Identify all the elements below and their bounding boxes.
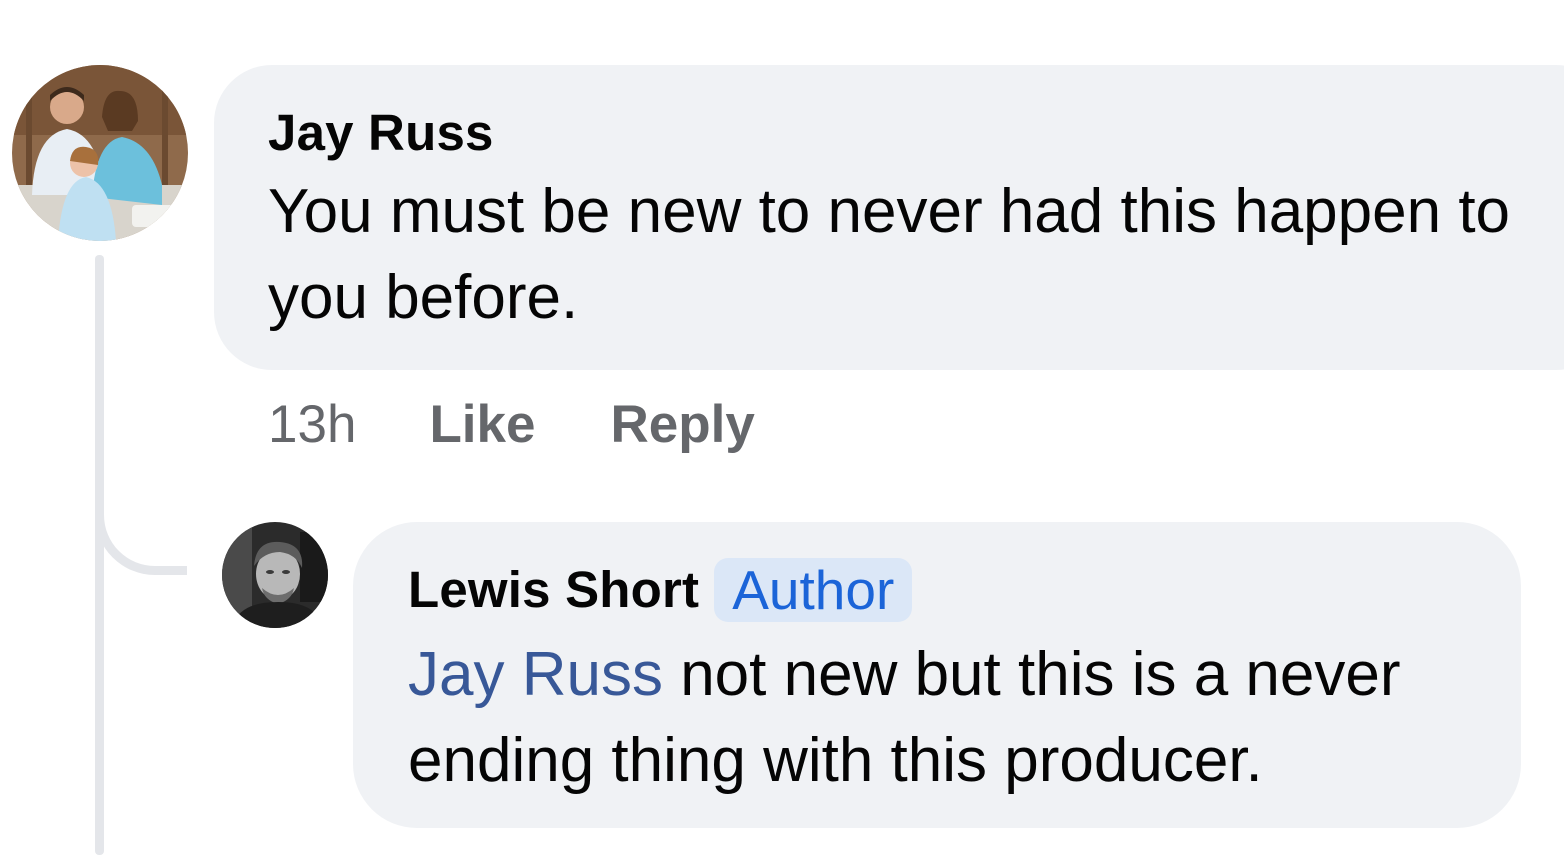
family-photo-icon xyxy=(12,65,188,241)
comment-meta-row: 13h Like Reply xyxy=(268,394,755,455)
reply-header: Lewis Short Author xyxy=(408,558,1521,622)
comment-bubble: Jay Russ You must be new to never had th… xyxy=(214,65,1564,370)
comment-timestamp[interactable]: 13h xyxy=(268,394,356,455)
reply-connector-branch xyxy=(95,440,187,575)
reply-bubble: Lewis Short Author Jay Russ not new but … xyxy=(353,522,1521,828)
avatar-jay-russ[interactable] xyxy=(12,65,188,241)
thread-connector-line xyxy=(95,255,104,855)
comment-text: You must be new to never had this happen… xyxy=(268,177,1511,332)
mention-link[interactable]: Jay Russ xyxy=(408,640,663,709)
profile-photo-icon xyxy=(222,522,328,628)
reply-author-name[interactable]: Lewis Short xyxy=(408,560,699,620)
reply-text: Jay Russ not new but this is a never end… xyxy=(408,632,1498,804)
reply-button[interactable]: Reply xyxy=(611,394,755,455)
comment-author-name[interactable]: Jay Russ xyxy=(268,103,1564,163)
like-button[interactable]: Like xyxy=(429,394,535,455)
author-badge: Author xyxy=(714,558,913,622)
avatar-lewis-short[interactable] xyxy=(222,522,328,628)
